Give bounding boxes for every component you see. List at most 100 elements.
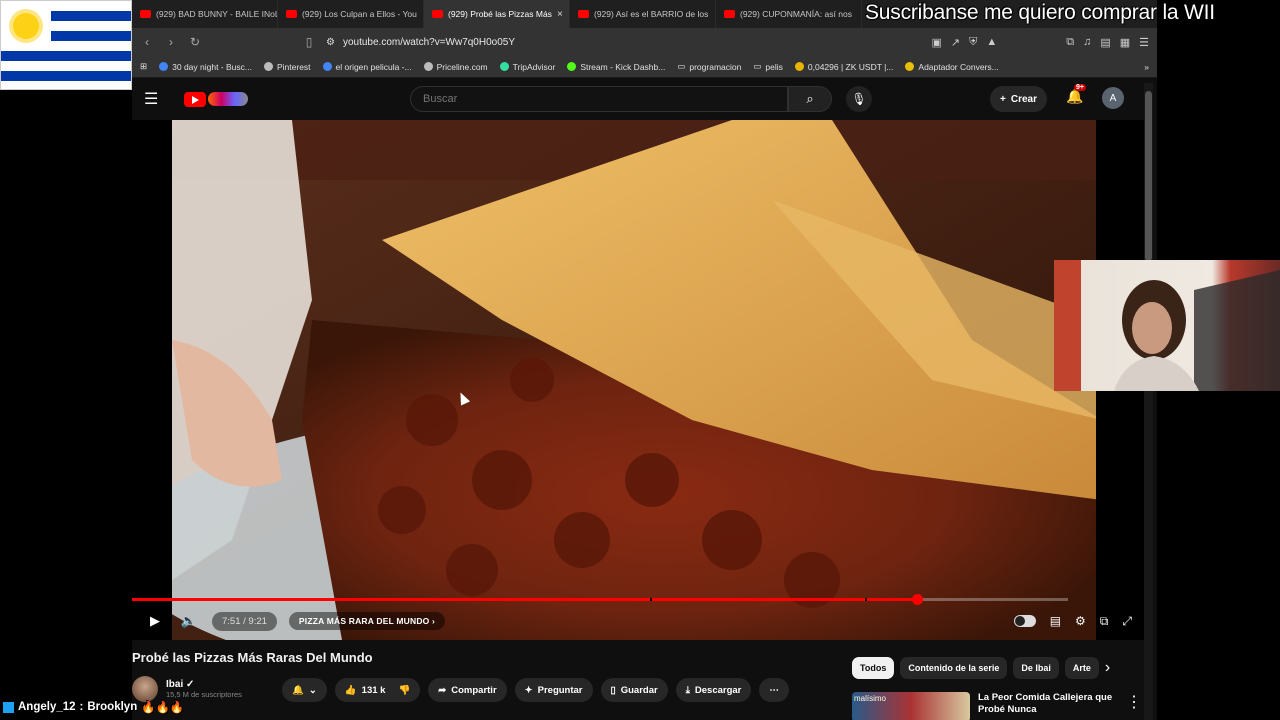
player-controls: ▶ 🔊 7:51 / 9:21 PIZZA MÁS RARA DEL MUNDO… <box>132 608 1152 634</box>
chips-next-icon[interactable]: › <box>1105 659 1110 677</box>
save-button[interactable]: ▯ Guardar <box>600 678 668 702</box>
download-label: Descargar <box>694 684 742 696</box>
extensions-icon[interactable]: ⧉ <box>1066 36 1074 49</box>
channel-info[interactable]: Ibai ✓ 15,5 M de suscriptores <box>132 676 242 702</box>
related-video[interactable]: malísimo La Peor Comida Callejera que Pr… <box>852 692 1142 720</box>
search-button[interactable]: ⌕ <box>788 86 832 112</box>
download-button[interactable]: ⤓ Descargar <box>675 678 752 702</box>
warning-icon[interactable]: ▲ <box>986 36 997 49</box>
sidebar-icon[interactable]: ▤ <box>1100 36 1110 49</box>
video-frame[interactable] <box>172 120 1096 640</box>
bookmark-item[interactable]: Stream - Kick Dashb... <box>567 62 665 72</box>
chat-username: Angely_12 <box>18 701 76 713</box>
site-info-icon[interactable]: ⚙ <box>326 37 335 48</box>
tab[interactable]: (929) Así es el BARRIO de los <box>570 0 716 28</box>
bookmark-item[interactable]: 0,04296 | ZK USDT |... <box>794 62 893 72</box>
autoplay-toggle[interactable] <box>1013 614 1036 627</box>
reload-icon[interactable]: ↻ <box>188 35 202 49</box>
settings-gear-icon[interactable]: ⚙ <box>1075 614 1086 629</box>
bookmark-item[interactable]: Pinterest <box>263 62 311 72</box>
bookmark-folder[interactable]: ▭ programacion <box>677 61 741 72</box>
chip-art[interactable]: Arte <box>1064 657 1099 679</box>
page-scrollbar[interactable] <box>1144 83 1153 720</box>
bookmark-item[interactable]: Priceline.com <box>423 62 488 72</box>
stream-banner-text: Suscribanse me quiero comprar la WII <box>865 1 1215 24</box>
music-icon[interactable]: ♫ <box>1083 36 1091 49</box>
bookmark-label: Stream - Kick Dashb... <box>580 61 666 72</box>
account-avatar[interactable]: A <box>1102 87 1124 109</box>
bookmark-item[interactable]: Adaptador Convers... <box>905 62 999 72</box>
more-bookmarks-icon[interactable]: » <box>1144 62 1149 72</box>
tab-label: (929) Los Culpan a Ellos - You <box>302 9 417 19</box>
progress-played <box>132 598 917 601</box>
progress-bar[interactable] <box>132 594 1068 605</box>
address-bar[interactable]: ⚙ youtube.com/watch?v=Ww7q0H0o05Y <box>326 32 921 52</box>
thumbs-down-icon[interactable]: 👎 <box>398 685 410 696</box>
extension-icon[interactable]: ▣ <box>931 36 941 49</box>
menu-icon[interactable]: ☰ <box>1139 36 1149 49</box>
play-icon[interactable]: ▶ <box>142 613 168 629</box>
ask-button[interactable]: ✦ Preguntar <box>514 678 593 702</box>
youtube-logo[interactable] <box>184 91 248 107</box>
microphone-icon: 🎙 <box>851 92 867 106</box>
tab[interactable]: (929) Los Culpan a Ellos - You <box>278 0 424 28</box>
bookmark-label: el origen pelicula -... <box>335 61 412 72</box>
folder-icon: ▭ <box>753 61 762 71</box>
back-icon[interactable]: ‹ <box>140 35 154 49</box>
chip-all[interactable]: Todos <box>852 657 895 679</box>
volume-icon[interactable]: 🔊 <box>176 613 202 629</box>
bookmark-item[interactable]: TripAdvisor <box>499 61 556 72</box>
chapter-button[interactable]: PIZZA MÁS RARA DEL MUNDO › <box>288 612 446 630</box>
create-button[interactable]: + Crear <box>990 86 1047 112</box>
related-thumbnail[interactable]: malísimo <box>852 692 970 720</box>
share-label: Compartir <box>451 684 497 696</box>
subtitles-icon[interactable]: ▤ <box>1050 614 1061 629</box>
subscribe-bell-button[interactable]: 🔔 ⌄ <box>282 678 327 702</box>
related-title[interactable]: La Peor Comida Callejera que Probé Nunca <box>978 692 1118 720</box>
bookmark-item[interactable]: 30 day night - Busc... <box>159 62 252 72</box>
tab[interactable]: (929) BAD BUNNY - BAILE INoLV <box>132 0 278 28</box>
more-actions-button[interactable]: ⋯ <box>759 678 789 702</box>
like-button[interactable]: 👍 131 k 👎 <box>334 678 421 702</box>
share-arrow-icon: ➦ <box>438 684 447 696</box>
bookmark-label: programacion <box>689 61 742 72</box>
miniplayer-icon[interactable]: ⧉ <box>1100 614 1109 629</box>
save-bookmark-icon: ▯ <box>610 684 616 696</box>
share-button[interactable]: ➦ Compartir <box>428 678 507 702</box>
shield-icon[interactable]: ⛨ <box>969 36 977 49</box>
toolbar-icons: ▣ ↗ ⛨ ▲ ⧉ ♫ ▤ ▦ ☰ <box>931 36 1149 49</box>
chat-text: Brooklyn <box>87 701 138 713</box>
forward-icon[interactable]: › <box>164 35 178 49</box>
bookmark-label: 30 day night - Busc... <box>172 61 252 72</box>
more-vertical-icon[interactable]: ⋮ <box>1126 692 1142 720</box>
bookmark-label: TripAdvisor <box>512 61 556 72</box>
streamer-webcam-image <box>1114 270 1280 391</box>
channel-name[interactable]: Ibai <box>166 679 183 690</box>
tab[interactable]: (929) CUPONMANÍA: así nos <box>716 0 862 28</box>
channel-avatar[interactable] <box>132 676 158 702</box>
progress-knob[interactable] <box>911 594 923 605</box>
bookmark-icon[interactable]: ▯ <box>302 35 316 49</box>
hamburger-menu-icon[interactable]: ☰ <box>144 89 164 109</box>
video-player[interactable]: ▶ 🔊 7:51 / 9:21 PIZZA MÁS RARA DEL MUNDO… <box>132 120 1152 640</box>
voice-search-button[interactable]: 🎙 <box>846 86 872 112</box>
notifications-button[interactable]: 🔔 9+ <box>1066 84 1086 105</box>
video-title: Probé las Pizzas Más Raras Del Mundo <box>132 650 373 665</box>
wallet-icon[interactable]: ▦ <box>1120 36 1130 49</box>
flag-canton <box>1 1 51 51</box>
apps-icon[interactable]: ⊞ <box>140 61 147 72</box>
scrollbar-thumb[interactable] <box>1145 91 1152 261</box>
url-text[interactable]: youtube.com/watch?v=Ww7q0H0o05Y <box>343 37 515 48</box>
chip-channel[interactable]: De Ibai <box>1013 657 1059 679</box>
share-icon[interactable]: ↗ <box>951 36 960 49</box>
search-input[interactable] <box>423 93 787 105</box>
tab-active[interactable]: (929) Probé las Pizzas Más × <box>424 0 570 28</box>
close-tab-icon[interactable]: × <box>557 9 563 20</box>
chip-series[interactable]: Contenido de la serie <box>900 657 1008 679</box>
search-box[interactable] <box>410 86 788 112</box>
bookmark-folder[interactable]: ▭ pelis <box>753 61 783 72</box>
download-icon: ⤓ <box>685 684 690 696</box>
navigation-bar: ‹ › ↻ ▯ ⚙ youtube.com/watch?v=Ww7q0H0o05… <box>132 28 1157 56</box>
fullscreen-icon[interactable]: ⤢ <box>1122 614 1132 629</box>
bookmark-item[interactable]: el origen pelicula -... <box>322 61 412 72</box>
